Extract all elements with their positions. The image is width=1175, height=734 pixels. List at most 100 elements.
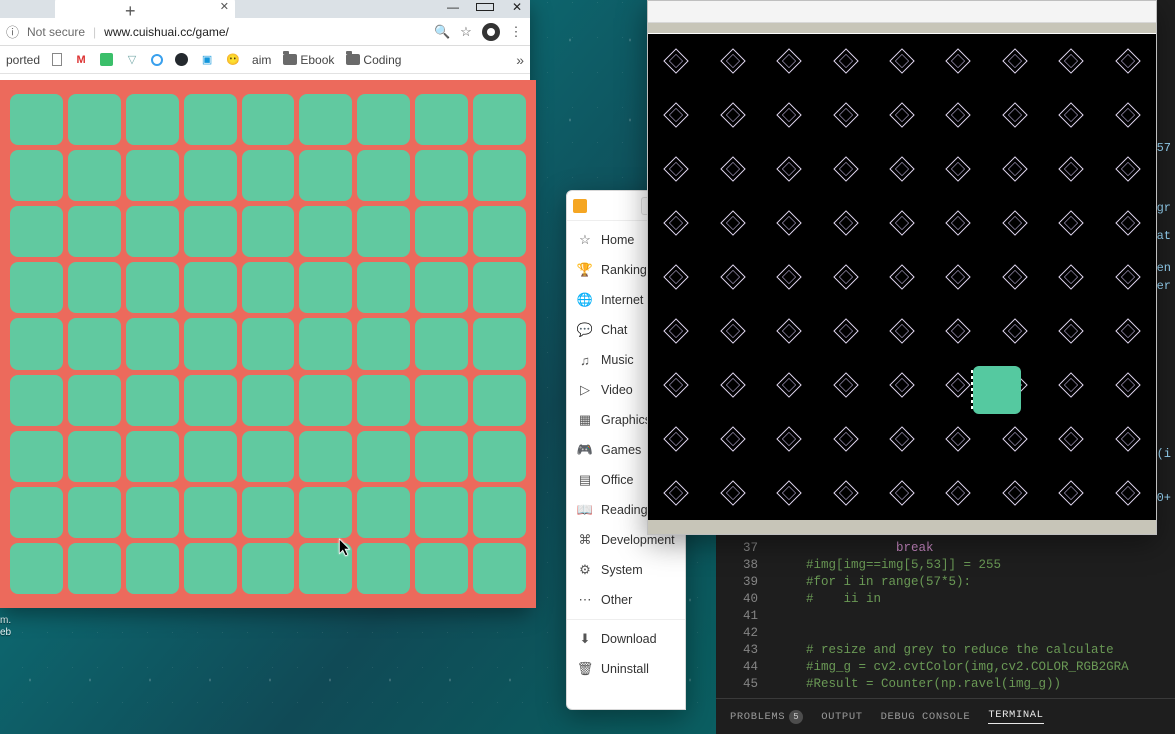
tab-strip[interactable]: ✕ + — ✕ — [0, 0, 530, 18]
chrome-window[interactable]: ✕ + — ✕ ⓘ Not secure | www.cuishuai.cc/g… — [0, 0, 530, 608]
game-cell[interactable] — [473, 206, 526, 257]
game-cell[interactable] — [357, 150, 410, 201]
game-cell[interactable] — [184, 262, 237, 313]
game-cell[interactable] — [357, 206, 410, 257]
security-status[interactable]: Not secure — [27, 25, 85, 39]
site-info-icon[interactable]: ⓘ — [6, 22, 19, 41]
game-cell[interactable] — [299, 150, 352, 201]
game-cell[interactable] — [473, 318, 526, 369]
game-cell[interactable] — [10, 150, 63, 201]
code-line[interactable]: 41 — [716, 608, 1175, 625]
game-cell[interactable] — [357, 318, 410, 369]
tab-close-icon[interactable]: ✕ — [220, 0, 229, 13]
game-cell[interactable] — [10, 262, 63, 313]
panel-tab-terminal[interactable]: TERMINAL — [988, 709, 1043, 724]
code-line[interactable]: 45 #Result = Counter(np.ravel(img_g)) — [716, 676, 1175, 693]
game-cell[interactable] — [68, 487, 121, 538]
game-cell[interactable] — [299, 262, 352, 313]
panel-tab-problems[interactable]: PROBLEMS5 — [730, 710, 803, 724]
game-cell[interactable] — [184, 487, 237, 538]
code-line[interactable]: 39 #for i in range(57*5): — [716, 574, 1175, 591]
game-cell[interactable] — [473, 262, 526, 313]
game-cell[interactable] — [242, 318, 295, 369]
game-cell[interactable] — [126, 487, 179, 538]
browser-tab[interactable]: ✕ — [55, 0, 235, 18]
game-cell[interactable] — [299, 543, 352, 594]
game-cell[interactable] — [299, 487, 352, 538]
game-cell[interactable] — [473, 94, 526, 145]
game-cell[interactable] — [68, 94, 121, 145]
game-cell[interactable] — [68, 375, 121, 426]
game-cell[interactable] — [68, 543, 121, 594]
bookmark-star-icon[interactable]: ☆ — [458, 24, 474, 40]
new-tab-button[interactable]: + — [125, 1, 136, 22]
code-line[interactable]: 42 — [716, 625, 1175, 642]
game-cell[interactable] — [126, 94, 179, 145]
game-cell[interactable] — [242, 206, 295, 257]
game-cell[interactable] — [10, 375, 63, 426]
sidebar-item-download[interactable]: ⬇Download — [567, 624, 685, 654]
code-line[interactable]: 40 # ii in — [716, 591, 1175, 608]
menu-icon[interactable]: ⋮ — [508, 24, 524, 40]
game-cell[interactable] — [184, 318, 237, 369]
zoom-icon[interactable]: 🔍 — [434, 24, 450, 40]
game-cell[interactable] — [10, 94, 63, 145]
game-cell[interactable] — [357, 543, 410, 594]
game-cell[interactable] — [415, 543, 468, 594]
game-cell[interactable] — [473, 431, 526, 482]
game-cell[interactable] — [126, 206, 179, 257]
game-cell[interactable] — [68, 431, 121, 482]
bookmark-item[interactable]: Coding — [346, 53, 401, 67]
maximize-button[interactable] — [476, 0, 494, 14]
game-cell[interactable] — [242, 94, 295, 145]
game-cell[interactable] — [184, 431, 237, 482]
bookmark-item[interactable]: ▣ — [200, 53, 214, 67]
game-cell[interactable] — [357, 487, 410, 538]
game-cell[interactable] — [242, 375, 295, 426]
game-cell[interactable] — [242, 487, 295, 538]
game-cell[interactable] — [415, 431, 468, 482]
bookmark-item[interactable]: Ebook — [283, 53, 334, 67]
game-cell[interactable] — [68, 318, 121, 369]
game-cell[interactable] — [184, 94, 237, 145]
game-cell[interactable] — [126, 318, 179, 369]
panel-tab-debug-console[interactable]: DEBUG CONSOLE — [881, 711, 971, 723]
profile-avatar-icon[interactable] — [482, 23, 500, 41]
game-cell[interactable] — [473, 487, 526, 538]
game-cell[interactable] — [10, 431, 63, 482]
bookmarks-bar[interactable]: portedM▽▣😶aimEbookCoding» — [0, 46, 530, 74]
game-cell[interactable] — [184, 206, 237, 257]
game-cell[interactable] — [242, 543, 295, 594]
code-line[interactable]: 43 # resize and grey to reduce the calcu… — [716, 642, 1175, 659]
game-cell[interactable] — [415, 375, 468, 426]
game-cell[interactable] — [299, 94, 352, 145]
game-cell[interactable] — [10, 543, 63, 594]
opencv-preview-window[interactable] — [647, 0, 1157, 535]
game-cell[interactable] — [126, 262, 179, 313]
game-cell[interactable] — [10, 487, 63, 538]
sidebar-item-other[interactable]: ⋯Other — [567, 585, 685, 615]
game-cell[interactable] — [126, 431, 179, 482]
game-cell[interactable] — [242, 431, 295, 482]
game-cell[interactable] — [415, 487, 468, 538]
game-cell[interactable] — [299, 375, 352, 426]
game-cell[interactable] — [357, 94, 410, 145]
sidebar-item-system[interactable]: ⚙System — [567, 555, 685, 585]
game-cell[interactable] — [184, 543, 237, 594]
bookmark-item[interactable]: ▽ — [125, 53, 139, 67]
game-cell[interactable] — [10, 318, 63, 369]
game-cell[interactable] — [415, 206, 468, 257]
game-cell[interactable] — [415, 150, 468, 201]
game-cell[interactable] — [242, 150, 295, 201]
bookmarks-overflow-icon[interactable]: » — [516, 52, 524, 68]
bookmark-item[interactable]: M — [74, 53, 88, 67]
sidebar-item-uninstall[interactable]: 🗑Uninstall — [567, 654, 685, 684]
game-cell[interactable] — [299, 431, 352, 482]
minimize-button[interactable]: — — [444, 0, 462, 14]
game-cell[interactable] — [299, 318, 352, 369]
address-bar[interactable]: ⓘ Not secure | www.cuishuai.cc/game/ 🔍 ☆… — [0, 18, 530, 46]
game-cell[interactable] — [473, 543, 526, 594]
game-cell[interactable] — [126, 543, 179, 594]
bookmark-item[interactable] — [52, 53, 62, 66]
game-cell[interactable] — [415, 262, 468, 313]
